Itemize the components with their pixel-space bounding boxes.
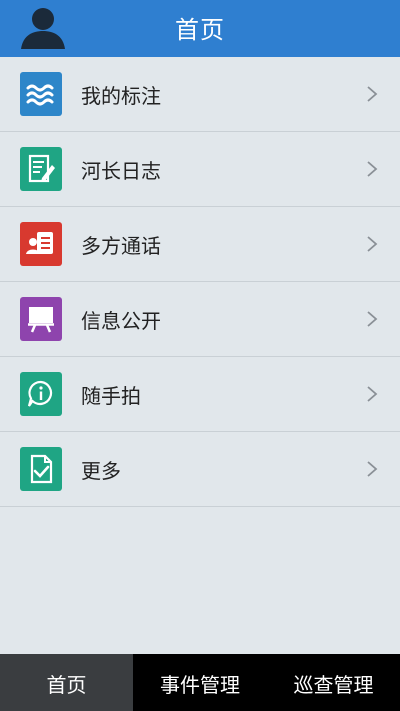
info-bubble-icon <box>20 372 62 416</box>
menu-list: 我的标注 河长日志 多方通话 信息公开 随手拍 更多 <box>0 57 400 507</box>
app-root: 首页 我的标注 河长日志 多方通话 信息公开 随手拍 更多 首页 事件管理 巡查… <box>0 0 400 711</box>
tab-home[interactable]: 首页 <box>0 654 133 711</box>
chevron-right-icon <box>367 161 378 177</box>
chevron-right-icon <box>367 386 378 402</box>
chevron-right-icon <box>367 461 378 477</box>
menu-item-more[interactable]: 更多 <box>0 432 400 507</box>
menu-item-snapshot[interactable]: 随手拍 <box>0 357 400 432</box>
menu-item-label: 多方通话 <box>81 234 161 258</box>
document-check-icon <box>20 447 62 491</box>
menu-item-label: 河长日志 <box>81 159 161 183</box>
page-title: 首页 <box>175 16 225 44</box>
menu-item-my-annotations[interactable]: 我的标注 <box>0 57 400 132</box>
menu-item-label: 我的标注 <box>81 84 161 108</box>
menu-item-info-disclosure[interactable]: 信息公开 <box>0 282 400 357</box>
tab-event-management[interactable]: 事件管理 <box>133 654 267 711</box>
menu-item-label: 更多 <box>81 459 121 483</box>
chevron-right-icon <box>367 86 378 102</box>
presentation-board-icon <box>20 297 62 341</box>
notepad-pen-icon <box>20 147 62 191</box>
menu-item-label: 随手拍 <box>81 384 141 408</box>
bottom-tab-bar: 首页 事件管理 巡查管理 <box>0 654 400 711</box>
conference-card-icon <box>20 222 62 266</box>
menu-item-label: 信息公开 <box>81 309 161 333</box>
menu-item-conference-call[interactable]: 多方通话 <box>0 207 400 282</box>
chevron-right-icon <box>367 236 378 252</box>
waves-icon <box>20 72 62 116</box>
tab-patrol-management[interactable]: 巡查管理 <box>267 654 400 711</box>
menu-item-river-chief-log[interactable]: 河长日志 <box>0 132 400 207</box>
chevron-right-icon <box>367 311 378 327</box>
header-bar: 首页 <box>0 0 400 57</box>
